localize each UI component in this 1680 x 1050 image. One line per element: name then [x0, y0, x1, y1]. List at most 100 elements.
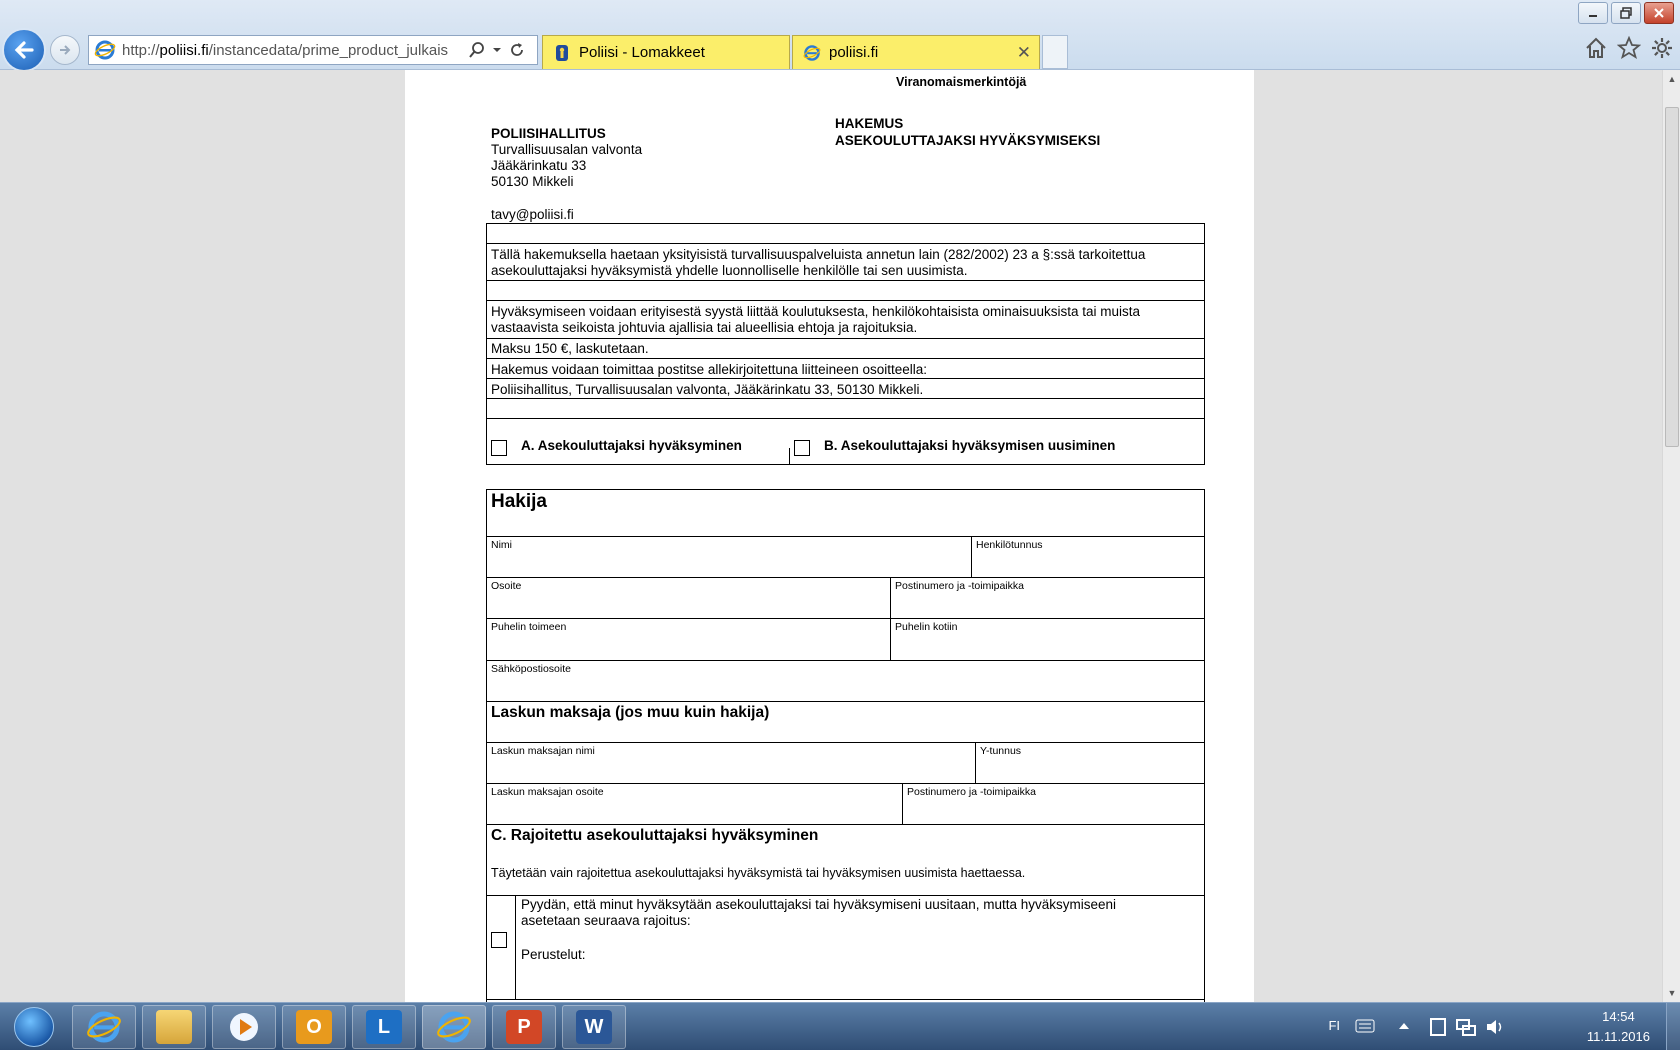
taskbar-word[interactable]: W: [562, 1005, 626, 1049]
start-button[interactable]: [4, 1004, 64, 1050]
option-b-checkbox[interactable]: [794, 440, 810, 456]
close-window-button[interactable]: [1644, 2, 1674, 24]
url-text[interactable]: http://poliisi.fi/instancedata/prime_pro…: [122, 42, 462, 59]
scroll-up-icon[interactable]: ▲: [1663, 70, 1680, 88]
doc-title: ASEKOULUTTAJAKSI HYVÄKSYMISEKSI: [835, 133, 1101, 148]
arrow-right-icon: [60, 45, 71, 55]
volume-icon[interactable]: [1484, 1016, 1506, 1038]
close-icon: [1654, 8, 1664, 18]
browser-chrome: http://poliisi.fi/instancedata/prime_pro…: [0, 0, 1680, 72]
show-desktop-button[interactable]: [1666, 1003, 1680, 1050]
language-indicator[interactable]: FI: [1328, 1018, 1340, 1033]
name-label: Nimi: [491, 539, 512, 551]
search-icon[interactable]: [468, 41, 486, 59]
sender-line: 50130 Mikkeli: [491, 174, 574, 189]
tab-label: Poliisi - Lomakkeet: [579, 44, 705, 61]
restriction-request-line: asetetaan seuraava rajoitus:: [521, 913, 691, 928]
folder-icon: [156, 1010, 192, 1044]
tab-poliisi-lomakkeet[interactable]: Poliisi - Lomakkeet: [542, 35, 790, 69]
address-label: Osoite: [491, 580, 522, 592]
outlook-icon: O: [296, 1010, 332, 1044]
restriction-request-line: Pyydän, että minut hyväksytään asekoulut…: [521, 897, 1117, 912]
chevron-down-icon[interactable]: [492, 45, 502, 55]
taskbar-outlook[interactable]: O: [282, 1005, 346, 1049]
conditions-line: vastaavista seikoista johtuvia ajallisia…: [491, 320, 918, 335]
system-clock[interactable]: 14:54 11.11.2016: [1587, 1007, 1650, 1047]
conditions-line: Hyväksymiseen voidaan erityisestä syystä…: [491, 304, 1141, 319]
minimize-icon: [1589, 15, 1597, 17]
restriction-checkbox[interactable]: [491, 932, 507, 948]
form-page: Viranomaismerkintöjä POLIISIHALLITUS Tur…: [405, 70, 1254, 1002]
intro-line: asekouluttajaksi hyväksymistä yhdelle lu…: [491, 263, 968, 278]
taskbar-ie-pinned[interactable]: [72, 1005, 136, 1049]
lync-icon: L: [366, 1010, 402, 1044]
sender-line: Jääkärinkatu 33: [491, 158, 587, 173]
ie-page-icon: [803, 44, 821, 61]
favorites-star-icon[interactable]: [1617, 36, 1641, 60]
payer-address-label: Laskun maksajan osoite: [491, 786, 604, 798]
action-center-icon[interactable]: [1428, 1016, 1448, 1038]
phone-home-label: Puhelin kotiin: [895, 621, 958, 633]
network-icon[interactable]: [1455, 1016, 1477, 1038]
taskbar: O L P W FI 14:54 11.11.2016: [0, 1002, 1680, 1050]
payer-postal-label: Postinumero ja -toimipaikka: [907, 786, 1036, 798]
ie-page-icon: [94, 40, 116, 60]
scroll-down-icon[interactable]: ▼: [1663, 984, 1680, 1002]
tab-label: poliisi.fi: [829, 44, 879, 61]
sender-line: Turvallisuusalan valvonta: [491, 142, 643, 157]
gear-icon[interactable]: [1650, 36, 1674, 60]
taskbar-powerpoint[interactable]: P: [492, 1005, 556, 1049]
taskbar-lync[interactable]: L: [352, 1005, 416, 1049]
back-button[interactable]: [2, 28, 46, 72]
sender-email: tavy@poliisi.fi: [491, 207, 574, 222]
restricted-note: Täytetään vain rajoitettua asekouluttaja…: [491, 866, 1026, 880]
option-a-label: A. Asekouluttajaksi hyväksyminen: [521, 438, 742, 453]
fee-text: Maksu 150 €, laskutetaan.: [491, 341, 649, 356]
taskbar-ie-active[interactable]: [422, 1005, 486, 1049]
postal-label: Postinumero ja -toimipaikka: [895, 580, 1024, 592]
authority-note: Viranomaismerkintöjä: [896, 75, 1027, 89]
address-bar[interactable]: http://poliisi.fi/instancedata/prime_pro…: [88, 35, 538, 65]
window-controls: [1578, 2, 1674, 24]
arrow-left-icon: [14, 41, 34, 59]
grounds-label: Perustelut:: [521, 947, 586, 962]
tab-poliisi-fi[interactable]: poliisi.fi ✕: [792, 35, 1040, 69]
vertical-scrollbar[interactable]: ▲ ▼: [1662, 70, 1680, 1002]
scrollbar-thumb[interactable]: [1665, 107, 1679, 447]
delivery-address: Poliisihallitus, Turvallisuusalan valvon…: [491, 382, 924, 397]
clock-time: 14:54: [1602, 1009, 1635, 1024]
sender-org: POLIISIHALLITUS: [491, 126, 606, 141]
payer-name-label: Laskun maksajan nimi: [491, 745, 595, 757]
email-label: Sähköpostiosoite: [491, 663, 571, 675]
new-tab-button[interactable]: [1042, 35, 1068, 69]
restore-icon: [1620, 7, 1632, 19]
internet-explorer-icon: [437, 1011, 471, 1043]
minimize-button[interactable]: [1578, 2, 1608, 24]
taskbar-media-player[interactable]: [212, 1005, 276, 1049]
phone-work-label: Puhelin toimeen: [491, 621, 567, 633]
tab-close-icon[interactable]: ✕: [1017, 43, 1031, 63]
media-player-icon: [230, 1013, 258, 1041]
business-id-label: Y-tunnus: [980, 745, 1022, 757]
doc-type: HAKEMUS: [835, 116, 904, 131]
keyboard-icon[interactable]: [1355, 1019, 1375, 1033]
intro-line: Tällä hakemuksella haetaan yksityisistä …: [491, 247, 1146, 262]
refresh-icon[interactable]: [508, 41, 526, 59]
forward-button[interactable]: [50, 35, 80, 65]
option-b-label: B. Asekouluttajaksi hyväksymisen uusimin…: [824, 438, 1116, 453]
windows-logo-icon: [14, 1007, 54, 1047]
clock-date: 11.11.2016: [1586, 1029, 1650, 1044]
restore-button[interactable]: [1611, 2, 1641, 24]
ssn-label: Henkilötunnus: [976, 539, 1043, 551]
taskbar-explorer[interactable]: [142, 1005, 206, 1049]
powerpoint-icon: P: [506, 1010, 542, 1044]
restricted-heading: C. Rajoitettu asekouluttajaksi hyväksymi…: [491, 827, 819, 844]
home-icon[interactable]: [1584, 36, 1608, 60]
police-badge-icon: [556, 44, 568, 61]
chevron-up-icon[interactable]: [1398, 1021, 1410, 1031]
payer-heading: Laskun maksaja (jos muu kuin hakija): [491, 704, 770, 721]
applicant-heading: Hakija: [491, 491, 547, 512]
option-a-checkbox[interactable]: [491, 440, 507, 456]
document-viewport: Viranomaismerkintöjä POLIISIHALLITUS Tur…: [0, 70, 1662, 1002]
internet-explorer-icon: [87, 1011, 121, 1043]
